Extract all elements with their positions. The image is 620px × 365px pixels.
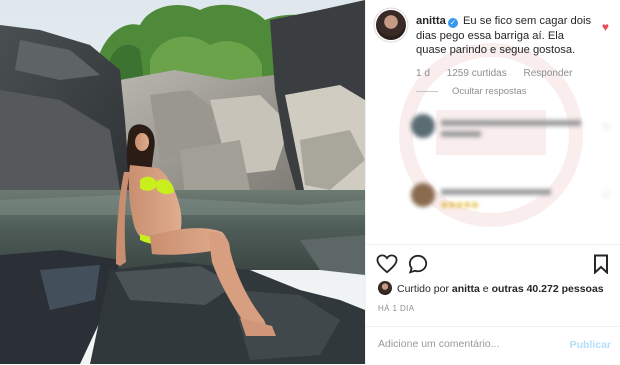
caption-meta: 1 d 1259 curtidas Responder [416,68,586,79]
post-photo[interactable] [0,0,365,364]
reply-avatar [411,183,435,207]
liked-by-middle: e [479,283,492,295]
time-ago: 1 d [416,68,430,79]
replies-line [416,90,438,92]
comments-panel: anitta ✓ Eu se fico sem cagar dois dias p… [365,0,620,364]
hide-replies-toggle[interactable]: Ocultar respostas [416,86,526,97]
caption-text: anitta ✓ Eu se fico sem cagar dois dias p… [416,14,596,58]
bookmark-icon[interactable] [593,254,609,274]
comment-bubble-icon[interactable] [408,254,428,274]
post-image [0,0,365,364]
reply-item: ♡ [411,114,611,144]
comment-box: Publicar [366,326,620,365]
reply-text-blurred: ●●●●● [441,186,591,212]
liked-by-prefix: Curtido por [397,283,452,295]
author-avatar[interactable] [376,10,406,40]
liked-by: Curtido por anitta e outras 40.272 pesso… [378,281,604,295]
reply-heart-icon[interactable]: ♡ [602,122,611,133]
liked-by-user[interactable]: anitta [452,283,480,295]
hide-replies-label: Ocultar respostas [452,86,527,97]
verified-badge-icon: ✓ [447,18,458,28]
author-username[interactable]: anitta [416,15,446,27]
comment-like-count[interactable]: 1259 curtidas [447,68,507,79]
reply-button[interactable]: Responder [524,68,573,79]
action-bar [376,254,611,276]
divider [366,244,620,245]
reply-heart-icon[interactable]: ♡ [602,191,611,202]
comment-input[interactable] [376,337,560,351]
liked-by-avatar [378,281,392,295]
liked-by-others[interactable]: outras 40.272 pessoas [492,283,604,295]
reply-text-blurred [441,117,591,137]
post-date[interactable]: HÁ 1 DIA [378,304,415,313]
reply-avatar [411,114,435,138]
reply-item: ●●●●● ♡ [411,183,611,213]
like-heart-icon[interactable] [376,254,398,274]
liked-heart-icon[interactable]: ♥ [602,20,609,34]
publish-button[interactable]: Publicar [570,339,611,351]
